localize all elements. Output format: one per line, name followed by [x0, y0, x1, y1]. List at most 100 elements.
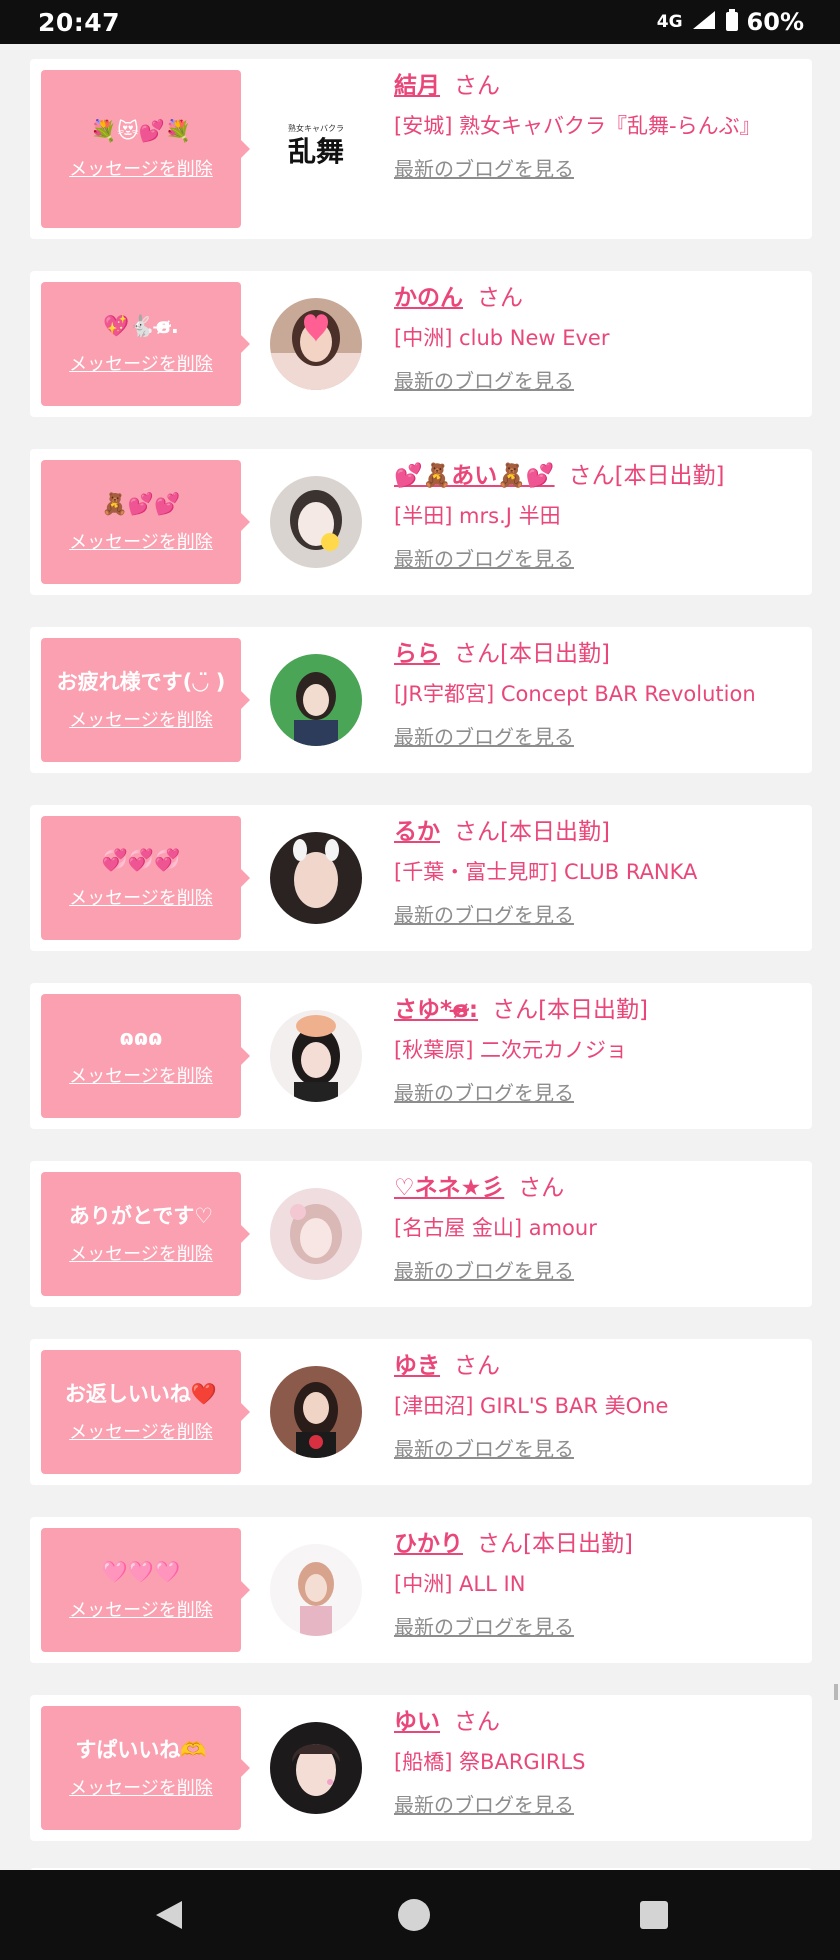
shop-name: [半田] mrs.J 半田: [394, 504, 561, 528]
back-icon[interactable]: [150, 1895, 186, 1939]
list-item: 💐😻💕💐 メッセージを削除 熟女キャバクラ 乱舞 結月 さん [安城] 熟女キャバ…: [30, 59, 812, 239]
cast-name-link[interactable]: かのん: [394, 285, 463, 311]
blog-link[interactable]: 最新のブログを見る: [394, 1077, 574, 1106]
status-tag: [本日出勤]: [538, 997, 649, 1023]
blog-link[interactable]: 最新のブログを見る: [394, 153, 574, 182]
cast-info: 結月 さん [安城] 熟女キャバクラ『乱舞-らんぶ』 最新のブログを見る: [394, 69, 798, 182]
svg-text:乱舞: 乱舞: [288, 135, 344, 168]
cast-name-link[interactable]: 💕🧸あい🧸💕: [394, 463, 555, 489]
honorific: さん: [568, 463, 615, 489]
message-text: 🩷🩷🩷: [101, 1560, 181, 1584]
delete-message-link[interactable]: メッセージを削除: [69, 1062, 213, 1088]
delete-message-link[interactable]: メッセージを削除: [69, 706, 213, 732]
message-text: お返しいいね❤️: [64, 1382, 218, 1406]
message-list[interactable]: 💐😻💕💐 メッセージを削除 熟女キャバクラ 乱舞 結月 さん [安城] 熟女キャバ…: [0, 44, 840, 1870]
cast-name-link[interactable]: らら: [394, 641, 440, 667]
cast-info: らら さん[本日出勤] [JR宇都宮] Concept BAR Revolutio…: [394, 637, 798, 750]
blog-link[interactable]: 最新のブログを見る: [394, 1433, 574, 1462]
home-icon[interactable]: [394, 1895, 434, 1939]
message-text: すぱいいね🫶: [75, 1738, 207, 1762]
delete-message-link[interactable]: メッセージを削除: [69, 528, 213, 554]
honorific: さん: [454, 641, 500, 667]
blog-link[interactable]: 最新のブログを見る: [394, 1789, 574, 1818]
avatar[interactable]: [270, 654, 362, 746]
message-bubble: ありがとです♡ メッセージを削除: [41, 1172, 250, 1296]
avatar[interactable]: [270, 1722, 362, 1814]
cast-name-link[interactable]: ひかり: [394, 1531, 463, 1557]
message-bubble: ɷɷɷ メッセージを削除: [41, 994, 250, 1118]
status-bar: 20:47 4G 60%: [0, 0, 840, 44]
cast-info: さゆ*ɞ̴̶̷: さん[本日出勤] [秋葉原] 二次元カノジョ 最新のブログを見る: [394, 993, 798, 1106]
status-tag: [本日出勤]: [500, 819, 610, 845]
blog-link[interactable]: 最新のブログを見る: [394, 365, 574, 394]
network-type: 4G: [656, 12, 683, 32]
blog-link[interactable]: 最新のブログを見る: [394, 543, 574, 572]
battery-icon: [725, 8, 739, 36]
shop-name: [秋葉原] 二次元カノジョ: [394, 1038, 628, 1062]
cast-name-link[interactable]: るか: [394, 819, 440, 845]
message-bubble: お返しいいね❤️ メッセージを削除: [41, 1350, 250, 1474]
message-text: 💖🐇ɞ̴̶̷.: [103, 314, 179, 338]
honorific: さん: [477, 1531, 523, 1557]
shop-name: [中洲] club New Ever: [394, 326, 610, 350]
cast-name-link[interactable]: ♡ネネ★彡: [394, 1175, 504, 1201]
delete-message-link[interactable]: メッセージを削除: [69, 350, 213, 376]
avatar[interactable]: 熟女キャバクラ 乱舞: [270, 103, 362, 195]
recents-icon[interactable]: [636, 1895, 672, 1939]
delete-message-link[interactable]: メッセージを削除: [69, 884, 213, 910]
cast-info: 💕🧸あい🧸💕 さん[本日出勤] [半田] mrs.J 半田 最新のブログを見る: [394, 459, 798, 572]
delete-message-link[interactable]: メッセージを削除: [69, 1774, 213, 1800]
avatar[interactable]: [270, 1544, 362, 1636]
status-tag: [本日出勤]: [500, 641, 610, 667]
blog-link[interactable]: 最新のブログを見る: [394, 1611, 574, 1640]
status-tag: [本日出勤]: [614, 463, 725, 489]
system-nav-bar: [0, 1870, 840, 1960]
honorific: さん: [518, 1175, 565, 1201]
message-text: ありがとです♡: [68, 1204, 214, 1228]
delete-message-link[interactable]: メッセージを削除: [69, 1240, 213, 1266]
cast-name-link[interactable]: さゆ*ɞ̴̶̷:: [394, 997, 478, 1023]
honorific: さん: [454, 1709, 500, 1735]
cast-info: ゆき さん [津田沼] GIRL'S BAR 美One 最新のブログを見る: [394, 1349, 798, 1462]
blog-link[interactable]: 最新のブログを見る: [394, 899, 574, 928]
shop-name: [千葉・富士見町] CLUB RANKA: [394, 860, 698, 884]
name-line: ♡ネネ★彡 さん: [394, 1171, 798, 1205]
cast-name-link[interactable]: 結月: [394, 73, 440, 99]
avatar[interactable]: [270, 832, 362, 924]
message-text: ɷɷɷ: [119, 1026, 163, 1050]
avatar[interactable]: [270, 1366, 362, 1458]
shop-name: [JR宇都宮] Concept BAR Revolution: [394, 682, 756, 706]
delete-message-link[interactable]: メッセージを削除: [69, 1418, 213, 1444]
blog-link[interactable]: 最新のブログを見る: [394, 721, 574, 750]
message-bubble: 🩷🩷🩷 メッセージを削除: [41, 1528, 250, 1652]
scrollbar-thumb[interactable]: [834, 1684, 838, 1700]
delete-message-link[interactable]: メッセージを削除: [69, 155, 213, 181]
list-item: 🧸💕💕 メッセージを削除 💕🧸あい🧸💕 さん[本日出勤] [半田] mrs.J 半…: [30, 449, 812, 595]
cast-name-link[interactable]: ゆき: [394, 1353, 440, 1379]
delete-message-link[interactable]: メッセージを削除: [69, 1596, 213, 1622]
name-line: かのん さん: [394, 281, 798, 315]
list-item: 🩷🩷🩷 メッセージを削除 ひかり さん[本日出勤] [中洲] ALL IN 最新の…: [30, 1517, 812, 1663]
shop-name: [津田沼] GIRL'S BAR 美One: [394, 1394, 669, 1418]
avatar[interactable]: [270, 1010, 362, 1102]
name-line: ゆき さん: [394, 1349, 798, 1383]
avatar[interactable]: [270, 476, 362, 568]
name-line: さゆ*ɞ̴̶̷: さん[本日出勤]: [394, 993, 798, 1027]
name-line: らら さん[本日出勤]: [394, 637, 798, 671]
avatar[interactable]: [270, 1188, 362, 1280]
list-item: 💖🐇ɞ̴̶̷. メッセージを削除 かのん さん [中洲] club New Eve…: [30, 271, 812, 417]
list-item: すぱいいね🫶 メッセージを削除 ゆい さん [船橋] 祭BARGIRLS 最新のブ…: [30, 1695, 812, 1841]
cast-info: ゆい さん [船橋] 祭BARGIRLS 最新のブログを見る: [394, 1705, 798, 1818]
message-bubble: 💖🐇ɞ̴̶̷. メッセージを削除: [41, 282, 250, 406]
cast-info: ひかり さん[本日出勤] [中洲] ALL IN 最新のブログを見る: [394, 1527, 798, 1640]
list-item: ありがとです♡ メッセージを削除 ♡ネネ★彡 さん [名古屋 金山] amour …: [30, 1161, 812, 1307]
avatar[interactable]: [270, 298, 362, 390]
cast-name-link[interactable]: ゆい: [394, 1709, 440, 1735]
list-item: お疲れ様です(◡̈ ) メッセージを削除 らら さん[本日出勤] [JR宇都宮] …: [30, 627, 812, 773]
message-bubble: 💐😻💕💐 メッセージを削除: [41, 70, 250, 228]
battery-percent: 60%: [746, 8, 804, 36]
honorific: さん: [454, 73, 500, 99]
name-line: 結月 さん: [394, 69, 798, 103]
shop-name: [名古屋 金山] amour: [394, 1216, 597, 1240]
blog-link[interactable]: 最新のブログを見る: [394, 1255, 574, 1284]
